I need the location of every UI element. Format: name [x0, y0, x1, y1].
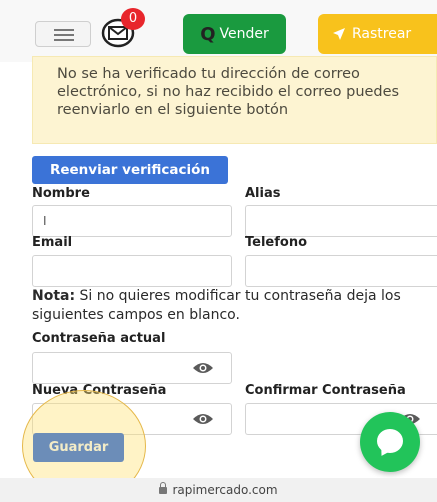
- url-text: rapimercado.com: [172, 483, 278, 497]
- top-navbar: 0 Q Vender Rastrear: [0, 0, 437, 62]
- vender-label: Vender: [219, 26, 269, 42]
- telefono-label: Telefono: [245, 235, 308, 250]
- alias-input[interactable]: [245, 205, 437, 237]
- notification-badge: 0: [121, 8, 145, 30]
- nombre-input[interactable]: I: [32, 205, 232, 237]
- current-password-label: Contraseña actual: [32, 331, 166, 346]
- eye-icon[interactable]: [192, 412, 214, 426]
- save-button[interactable]: Guardar: [33, 433, 124, 462]
- note-text: Si no quieres modificar tu contraseña de…: [32, 288, 401, 323]
- verification-alert: No se ha verificado tu dirección de corr…: [32, 56, 437, 144]
- location-arrow-icon: [333, 28, 345, 40]
- email-label: Email: [32, 235, 73, 250]
- hamburger-line: [54, 34, 74, 36]
- browser-url-bar[interactable]: rapimercado.com: [0, 478, 437, 502]
- chat-button[interactable]: [360, 412, 420, 472]
- note-bold: Nota:: [32, 288, 76, 304]
- email-input[interactable]: [32, 255, 232, 287]
- password-note: Nota: Si no quieres modificar tu contras…: [32, 287, 432, 325]
- menu-toggle-button[interactable]: [35, 21, 91, 47]
- hamburger-line: [54, 39, 74, 41]
- vender-button[interactable]: Q Vender: [183, 14, 286, 54]
- lock-icon: [159, 482, 168, 494]
- rastrear-label: Rastrear: [352, 26, 412, 42]
- hamburger-line: [54, 29, 74, 31]
- telefono-input[interactable]: [245, 255, 437, 287]
- eye-icon[interactable]: [192, 361, 214, 375]
- rastrear-button[interactable]: Rastrear: [318, 14, 437, 54]
- alias-label: Alias: [245, 186, 281, 201]
- confirm-password-label: Confirmar Contraseña: [245, 383, 406, 398]
- resend-verification-button[interactable]: Reenviar verificación: [32, 156, 228, 184]
- nombre-label: Nombre: [32, 186, 90, 201]
- nombre-value: I: [43, 214, 47, 228]
- search-q-icon: Q: [200, 23, 216, 45]
